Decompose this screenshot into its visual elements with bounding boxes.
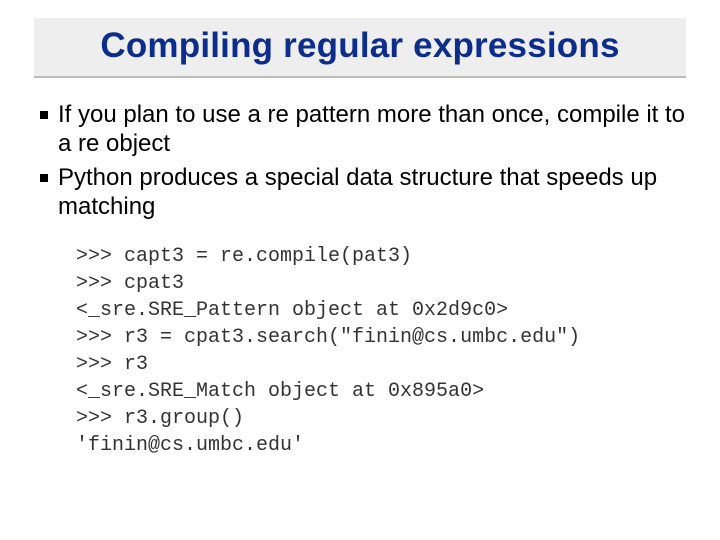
code-line: 'finin@cs.umbc.edu': [76, 434, 304, 457]
title-box: Compiling regular expressions: [34, 18, 686, 78]
code-line: <_sre.SRE_Match object at 0x895a0>: [76, 380, 484, 403]
bullet-list: If you plan to use a re pattern more tha…: [40, 100, 686, 221]
bullet-text: If you plan to use a re pattern more tha…: [58, 100, 686, 159]
page-title: Compiling regular expressions: [46, 26, 674, 66]
bullet-icon: [40, 174, 48, 182]
bullet-icon: [40, 111, 48, 119]
code-line: >>> capt3 = re.compile(pat3): [76, 245, 412, 268]
bullet-text: Python produces a special data structure…: [58, 163, 686, 222]
code-line: >>> r3: [76, 353, 148, 376]
code-line: >>> r3.group(): [76, 407, 244, 430]
list-item: If you plan to use a re pattern more tha…: [40, 100, 686, 159]
slide: Compiling regular expressions If you pla…: [0, 0, 720, 540]
code-line: >>> cpat3: [76, 272, 184, 295]
list-item: Python produces a special data structure…: [40, 163, 686, 222]
code-line: >>> r3 = cpat3.search("finin@cs.umbc.edu…: [76, 326, 580, 349]
code-block: >>> capt3 = re.compile(pat3) >>> cpat3 <…: [76, 243, 686, 459]
code-line: <_sre.SRE_Pattern object at 0x2d9c0>: [76, 299, 508, 322]
